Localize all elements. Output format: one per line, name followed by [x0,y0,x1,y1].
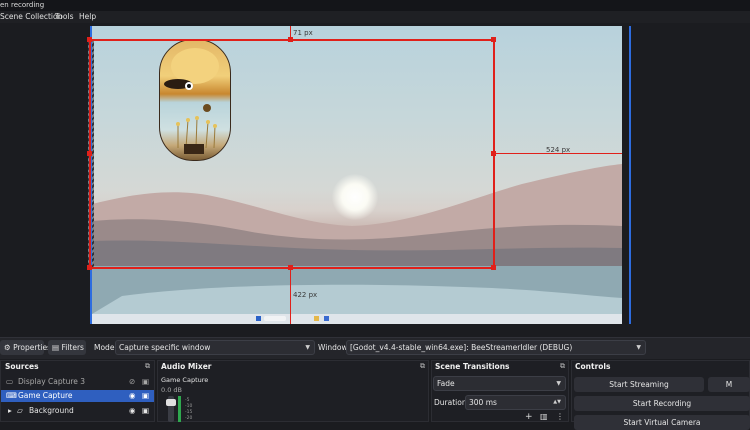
app-icon [324,316,329,321]
controls-title: Controls [575,362,611,371]
transition-select[interactable]: Fade ▼ [433,376,566,391]
folder-icon: ▱ [17,406,23,415]
lock-icon[interactable]: ▣ [142,376,149,388]
bee-game-art [164,48,219,154]
resize-handle-top-right[interactable] [491,37,496,42]
source-item-display-capture[interactable]: ▭ Display Capture 3 ⊘ ▣ [1,376,154,388]
desktop-taskbar [92,314,622,324]
lock-icon[interactable]: ▣ [142,405,149,417]
source-name: Background [29,406,74,415]
duration-spinbox[interactable]: 300 ms ▲▼ [465,395,566,410]
meter-tick: -10 [185,404,193,409]
resize-handle-bottom[interactable] [288,265,293,270]
meter-tick: -15 [185,410,193,415]
volume-meter [178,396,181,422]
audio-level: 0.0 dB [161,386,182,394]
filters-button[interactable]: ▤ Filters [48,340,86,355]
volume-slider[interactable] [166,396,176,422]
lock-icon[interactable]: ▣ [142,390,149,402]
eye-icon[interactable]: ◉ [129,390,136,402]
meter-tick: -20 [185,416,193,421]
resize-handle-left[interactable] [87,151,92,156]
distance-line-bottom [290,268,291,324]
menu-help[interactable]: Help [79,11,96,23]
filter-icon: ▤ [52,343,60,352]
mode-select[interactable]: Capture specific window ▼ [115,340,315,355]
more-icon[interactable]: ⋮ [556,412,564,421]
eye-icon[interactable]: ◉ [129,405,136,417]
transition-value: Fade [437,379,455,388]
top-distance-label: 71 px [293,29,313,37]
dock-float-icon[interactable]: ⧉ [145,362,150,371]
gamepad-icon: ⌨ [6,391,17,400]
monitor-icon: ▭ [6,377,14,386]
filters-label: Filters [61,343,84,352]
chevron-down-icon: ▼ [636,344,641,351]
window-select[interactable]: [Godot_v4.4-stable_win64.exe]: BeeStream… [346,340,646,355]
start-recording-button[interactable]: Start Recording [574,396,750,411]
menu-scene-collection[interactable]: Scene Collection [0,11,62,23]
folder-icon [314,316,319,321]
taskbar-search [264,316,286,321]
source-name: Game Capture [18,391,73,400]
audio-mixer-title: Audio Mixer [161,362,212,371]
resize-handle-bottom-left[interactable] [87,265,92,270]
stepper-icon[interactable]: ▲▼ [553,396,561,409]
resize-handle-top[interactable] [288,37,293,42]
bottom-distance-label: 422 px [293,291,318,299]
start-streaming-button[interactable]: Start Streaming [574,377,704,392]
source-item-game-capture[interactable]: ⌨ Game Capture ◉ ▣ [1,390,154,402]
add-icon[interactable]: + [525,412,533,422]
audio-channel-name: Game Capture [161,376,209,384]
menu-bar: Scene Collection Tools Help [0,11,750,23]
scene-transitions-title: Scene Transitions [435,362,510,371]
mode-label: Mode [94,343,115,352]
duration-label: Duration [434,398,467,407]
properties-label: Properties [13,343,52,352]
window-label: Window [318,343,348,352]
dock-float-icon[interactable]: ⧉ [420,362,425,371]
source-name: Display Capture 3 [18,377,86,386]
eye-hidden-icon[interactable]: ⊘ [129,376,135,388]
gear-icon: ⚙ [4,343,11,352]
title-bar: en recording [0,0,750,11]
duration-value: 300 ms [469,398,497,407]
resize-handle-top-left[interactable] [87,37,92,42]
right-distance-label: 524 px [546,146,571,154]
game-capture-preview[interactable] [159,39,231,161]
chevron-down-icon: ▼ [556,380,561,387]
mode-value: Capture specific window [119,343,211,352]
chevron-down-icon: ▼ [305,344,310,351]
menu-tools[interactable]: Tools [55,11,73,23]
sun [332,174,378,220]
start-virtual-camera-button[interactable]: Start Virtual Camera [574,415,750,430]
sources-title: Sources [5,362,39,371]
windows-start-icon [256,316,261,321]
meter-tick: -5 [185,398,190,403]
studio-mode-button[interactable]: M [708,377,750,392]
properties-button[interactable]: ⚙ Properties [0,340,51,355]
trash-icon[interactable]: ▥ [540,412,548,421]
resize-handle-bottom-right[interactable] [491,265,496,270]
resize-handle-right[interactable] [491,151,496,156]
canvas-boundary-right [629,26,631,324]
volume-slider-handle[interactable] [166,399,176,406]
expand-icon[interactable]: ▸ [8,405,12,417]
dock-float-icon[interactable]: ⧉ [560,362,565,371]
source-item-background[interactable]: ▸ ▱ Background ◉ ▣ [1,405,154,417]
window-title: en recording [0,1,45,9]
window-value: [Godot_v4.4-stable_win64.exe]: BeeStream… [350,343,573,352]
